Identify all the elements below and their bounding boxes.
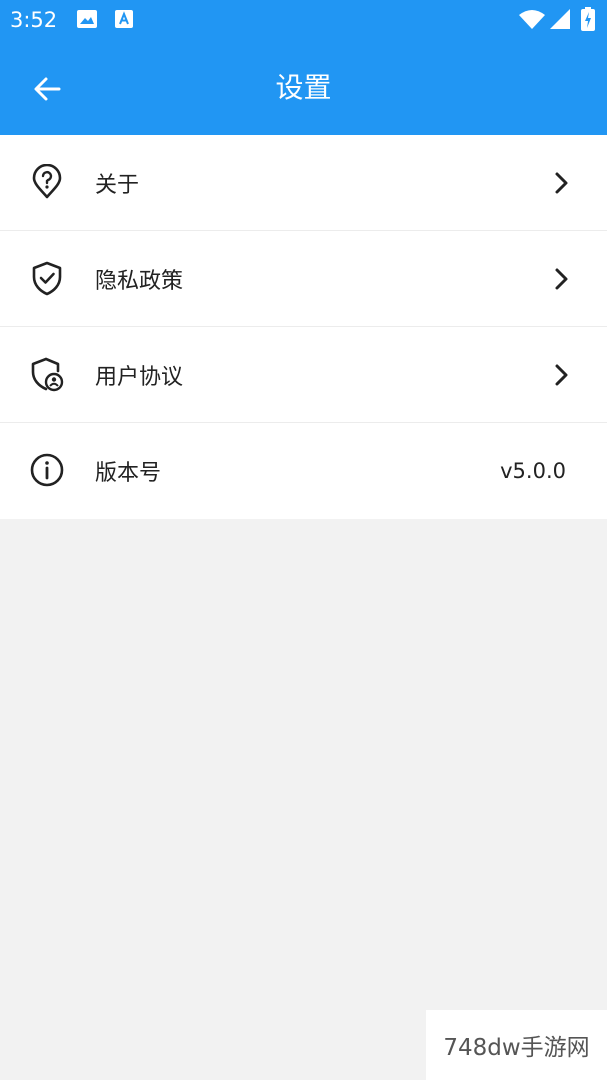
settings-item-label: 用户协议 bbox=[95, 364, 184, 390]
watermark: 748dw手游网 bbox=[426, 1010, 607, 1080]
app-bar: 3:52 设置 bbox=[0, 0, 607, 135]
chevron-right-icon bbox=[555, 172, 568, 194]
app-icon bbox=[115, 10, 133, 32]
battery-icon bbox=[581, 7, 595, 35]
chevron-right-icon bbox=[555, 364, 568, 386]
chevron-right-icon bbox=[555, 268, 568, 290]
settings-item-label: 关于 bbox=[95, 172, 140, 198]
status-time: 3:52 bbox=[10, 8, 58, 32]
wifi-icon bbox=[519, 9, 545, 33]
settings-item-user-agreement[interactable]: 用户协议 bbox=[0, 327, 607, 423]
status-bar: 3:52 bbox=[0, 0, 607, 40]
help-location-icon bbox=[32, 164, 62, 199]
settings-item-label: 隐私政策 bbox=[95, 268, 184, 294]
settings-item-label: 版本号 bbox=[95, 461, 162, 486]
shield-check-icon bbox=[32, 261, 62, 296]
settings-list: 关于 隐私政策 用户协议 版本号 v5.0.0 bbox=[0, 135, 607, 519]
settings-item-privacy[interactable]: 隐私政策 bbox=[0, 231, 607, 327]
image-icon bbox=[77, 10, 97, 32]
settings-item-about[interactable]: 关于 bbox=[0, 135, 607, 231]
shield-user-icon bbox=[31, 357, 64, 392]
signal-icon bbox=[550, 9, 570, 33]
info-icon bbox=[30, 453, 64, 487]
page-title: 设置 bbox=[275, 71, 332, 104]
version-value: v5.0.0 bbox=[500, 459, 566, 483]
settings-item-version: 版本号 v5.0.0 bbox=[0, 423, 607, 519]
